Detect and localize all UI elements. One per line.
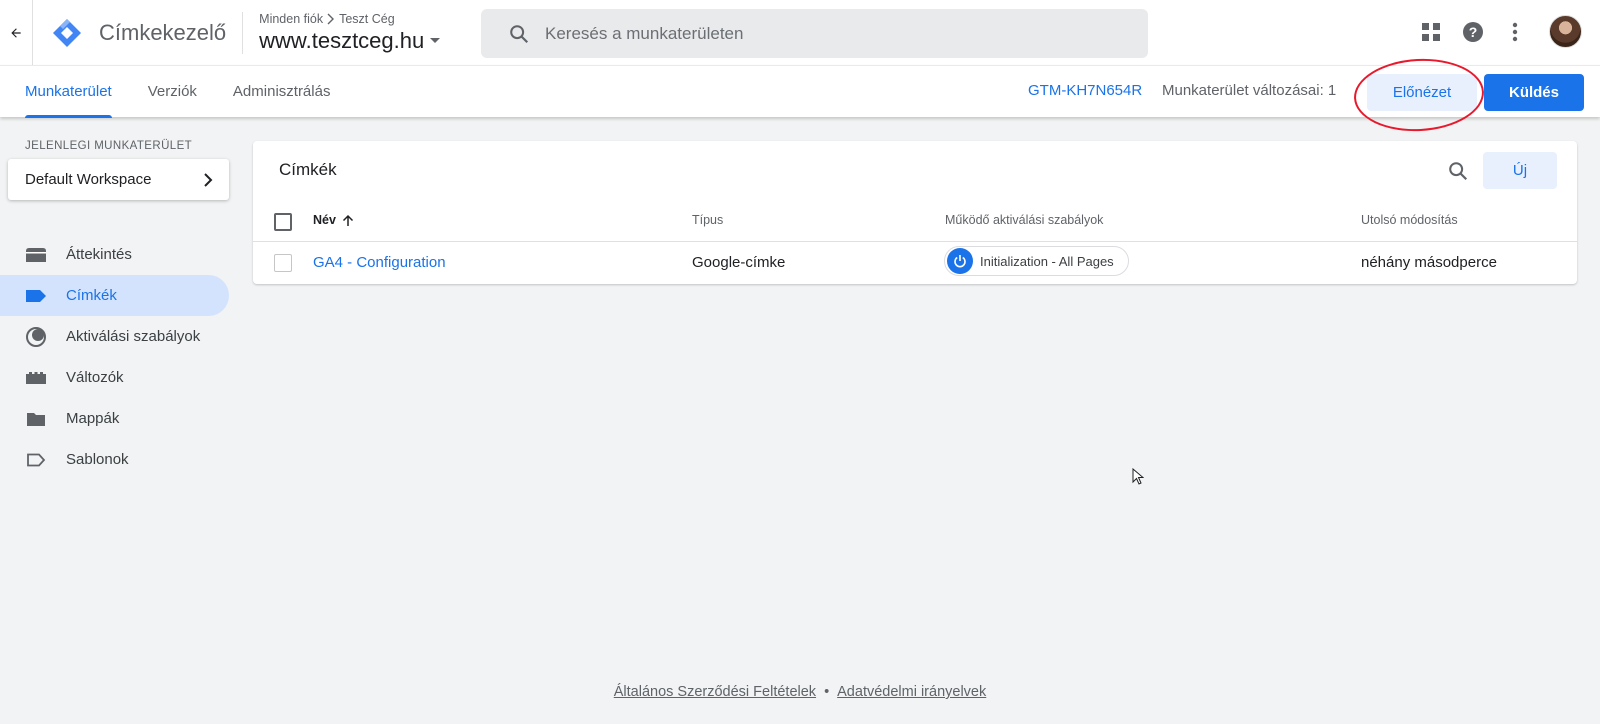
dropdown-arrow-icon [430,38,441,43]
sidebar-item-label: Áttekintés [66,246,132,263]
trigger-icon [25,326,47,348]
sidebar-item-label: Mappák [66,410,120,427]
workspace-name: Default Workspace [25,171,152,188]
sidebar-item-label: Aktiválási szabályok [66,328,201,345]
top-right-actions: ? [1419,15,1582,48]
tab-admin[interactable]: Adminisztrálás [233,66,331,118]
container-selector[interactable]: www.tesztceg.hu [259,27,441,54]
workspace-changes-count: Munkaterület változásai: 1 [1162,82,1337,99]
tag-type: Google-címke [692,254,786,271]
help-icon[interactable]: ? [1461,20,1485,44]
header-divider [253,241,1577,242]
gtm-logo [51,17,83,49]
workspace-nav-bar: Munkaterület Verziók Adminisztrálás GTM-… [0,65,1600,118]
breadcrumb-account[interactable]: Teszt Cég [339,12,395,26]
column-header-type[interactable]: Típus [692,213,723,227]
sidebar-item-triggers[interactable]: Aktiválási szabályok [0,316,229,357]
folder-icon [25,408,47,430]
card-title: Címkék [279,160,337,179]
tags-table-card: Címkék Új Név Típus Működő aktiválási sz… [253,141,1577,284]
svg-text:?: ? [1469,24,1478,40]
column-header-triggers: Működő aktiválási szabályok [945,213,1104,227]
current-workspace-label: JELENLEGI MUNKATERÜLET [25,140,193,152]
account-container-switcher: Minden fiók Teszt Cég www.tesztceg.hu [259,12,441,54]
sidebar-item-folders[interactable]: Mappák [0,398,229,439]
row-checkbox[interactable] [274,254,292,272]
sidebar-item-templates[interactable]: Sablonok [0,439,229,480]
workspace-search[interactable] [481,9,1148,58]
sidebar-item-label: Változók [66,369,124,386]
sidebar-item-tags[interactable]: Címkék [0,275,229,316]
template-icon [25,449,47,471]
chevron-right-icon [204,172,213,187]
submit-button[interactable]: Küldés [1484,74,1584,111]
sidebar-item-variables[interactable]: Változók [0,357,229,398]
back-button[interactable] [0,0,33,65]
mouse-cursor-icon [1132,468,1144,485]
chevron-right-icon [327,13,335,24]
search-input[interactable] [545,23,1105,44]
power-icon [947,248,973,274]
footer: Általános Szerződési Feltételek • Adatvé… [0,684,1600,700]
arrow-back-icon [11,27,21,38]
trigger-label: Initialization - All Pages [980,253,1114,269]
container-name: www.tesztceg.hu [259,27,425,53]
top-app-bar: Címkekezelő Minden fiók Teszt Cég www.te… [0,0,1600,65]
preview-button[interactable]: Előnézet [1367,74,1477,111]
breadcrumb: Minden fiók Teszt Cég [259,12,440,26]
table-search-button[interactable] [1443,156,1473,186]
terms-link[interactable]: Általános Szerződési Feltételek [614,684,816,700]
column-header-label: Név [313,213,336,227]
sidebar-item-label: Címkék [66,287,117,304]
search-icon [507,22,531,46]
container-id-link[interactable]: GTM-KH7N654R [1028,82,1142,99]
breadcrumb-all-accounts[interactable]: Minden fiók [259,12,323,26]
app-title: Címkekezelő [99,19,227,45]
apps-grid-icon[interactable] [1419,20,1443,44]
workspace-selector[interactable]: Default Workspace [8,159,229,200]
column-header-name[interactable]: Név [313,213,354,227]
search-icon [1449,162,1468,181]
tag-name-link[interactable]: GA4 - Configuration [313,254,446,271]
arrow-up-icon [342,214,353,226]
more-vert-icon[interactable] [1503,20,1527,44]
last-edited-value: néhány másodperce [1361,254,1497,271]
trigger-chip[interactable]: Initialization - All Pages [944,246,1129,276]
select-all-checkbox[interactable] [274,213,292,231]
tab-workspace[interactable]: Munkaterület [25,66,112,118]
tab-versions[interactable]: Verziók [148,66,197,118]
column-header-last-edited[interactable]: Utolsó módosítás [1361,213,1458,227]
sidebar-item-label: Sablonok [66,451,129,468]
avatar[interactable] [1549,15,1582,48]
variable-icon [25,367,47,389]
overview-icon [25,244,47,266]
sidebar-item-overview[interactable]: Áttekintés [0,234,229,275]
tag-icon [25,285,47,307]
privacy-link[interactable]: Adatvédelmi irányelvek [837,684,986,700]
footer-separator: • [824,684,830,700]
header-divider [242,11,244,54]
new-tag-button[interactable]: Új [1483,152,1557,189]
